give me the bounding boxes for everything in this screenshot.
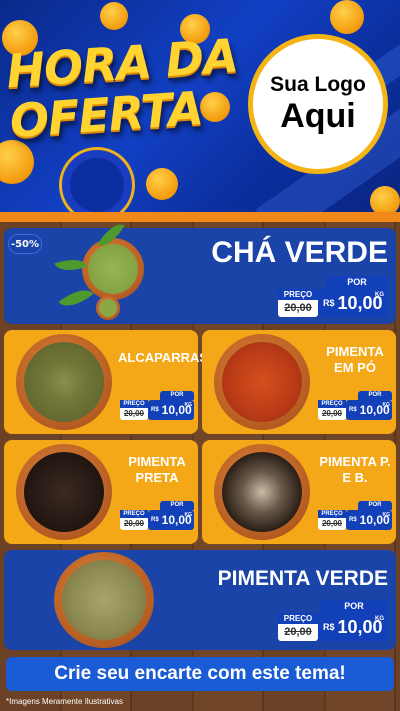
por-label: POR xyxy=(160,391,194,400)
old-price: 20,00 xyxy=(123,409,145,418)
old-price-box: PREÇO 20,00 xyxy=(278,289,318,317)
unit-label: KG xyxy=(375,616,384,622)
old-price-box: PREÇO 20,00 xyxy=(120,400,148,420)
current-price-box: R$ 10,00 KG xyxy=(318,289,388,317)
product-name: PIMENTA P. E B. xyxy=(319,454,391,485)
logo-line2: Aqui xyxy=(280,97,356,135)
por-label: POR xyxy=(320,600,388,613)
spoon-decor xyxy=(96,296,120,320)
current-price-box: R$ 10,00 KG xyxy=(148,400,194,420)
currency-label: R$ xyxy=(349,407,357,413)
por-label: POR xyxy=(326,276,388,289)
old-price: 20,00 xyxy=(123,519,145,528)
old-price-box: PREÇO 20,00 xyxy=(318,510,346,530)
cta-button[interactable]: Crie seu encarte com este tema! xyxy=(6,657,394,691)
por-label: POR xyxy=(358,391,392,400)
product-name: PIMENTA PRETA xyxy=(128,454,186,485)
logo-line1: Sua Logo xyxy=(270,73,366,96)
unit-label: KG xyxy=(382,402,391,408)
unit-label: KG xyxy=(375,292,384,298)
preco-label: PREÇO xyxy=(318,400,346,408)
old-price-box: PREÇO 20,00 xyxy=(318,400,346,420)
old-price: 20,00 xyxy=(321,409,343,418)
old-price: 20,00 xyxy=(284,626,312,638)
currency-label: R$ xyxy=(349,517,357,523)
discount-badge: -50% xyxy=(8,234,42,254)
old-price-box: PREÇO 20,00 xyxy=(120,510,148,530)
product-image-pimenta-p-e-b xyxy=(214,444,310,540)
preco-label: PREÇO xyxy=(278,613,318,624)
hero-banner: HORA DA OFERTA Sua Logo Aqui xyxy=(0,0,400,212)
currency-label: R$ xyxy=(151,517,159,523)
currency-label: R$ xyxy=(323,622,335,632)
current-price-box: R$ 10,00 KG xyxy=(346,400,392,420)
preco-label: PREÇO xyxy=(278,289,318,300)
coin-decor xyxy=(146,168,178,200)
preco-label: PREÇO xyxy=(318,510,346,518)
product-name: CHÁ VERDE xyxy=(211,236,388,269)
product-image-pimenta-preta xyxy=(16,444,112,540)
product-image-pimenta-verde xyxy=(54,552,154,648)
coin-decor xyxy=(370,186,400,212)
old-price-box: PREÇO 20,00 xyxy=(278,613,318,641)
alarm-clock-decor xyxy=(62,150,132,212)
product-image-pimenta-em-po xyxy=(214,334,310,430)
currency-label: R$ xyxy=(323,298,335,308)
hero-title: HORA DA OFERTA xyxy=(5,28,251,148)
coin-decor xyxy=(330,0,364,34)
current-price-box: R$ 10,00 KG xyxy=(148,510,194,530)
divider-bar xyxy=(0,212,400,222)
footnote: *Imagens Meramente Ilustrativas xyxy=(6,697,123,706)
product-image-cha-verde xyxy=(82,238,144,300)
product-name: PIMENTA EM PÓ xyxy=(326,344,384,375)
product-name: PIMENTA VERDE xyxy=(217,567,388,590)
unit-label: KG xyxy=(184,402,193,408)
product-image-alcaparras xyxy=(16,334,112,430)
old-price: 20,00 xyxy=(284,302,312,314)
current-price-box: R$ 10,00 KG xyxy=(318,613,388,641)
logo-placeholder[interactable]: Sua Logo Aqui xyxy=(248,34,388,174)
coin-decor xyxy=(100,2,128,30)
currency-label: R$ xyxy=(151,407,159,413)
old-price: 20,00 xyxy=(321,519,343,528)
unit-label: KG xyxy=(382,512,391,518)
preco-label: PREÇO xyxy=(120,400,148,408)
preco-label: PREÇO xyxy=(120,510,148,518)
product-name: ALCAPARRAS xyxy=(118,350,209,365)
unit-label: KG xyxy=(184,512,193,518)
por-label: POR xyxy=(160,501,194,510)
por-label: POR xyxy=(358,501,392,510)
current-price-box: R$ 10,00 KG xyxy=(346,510,392,530)
